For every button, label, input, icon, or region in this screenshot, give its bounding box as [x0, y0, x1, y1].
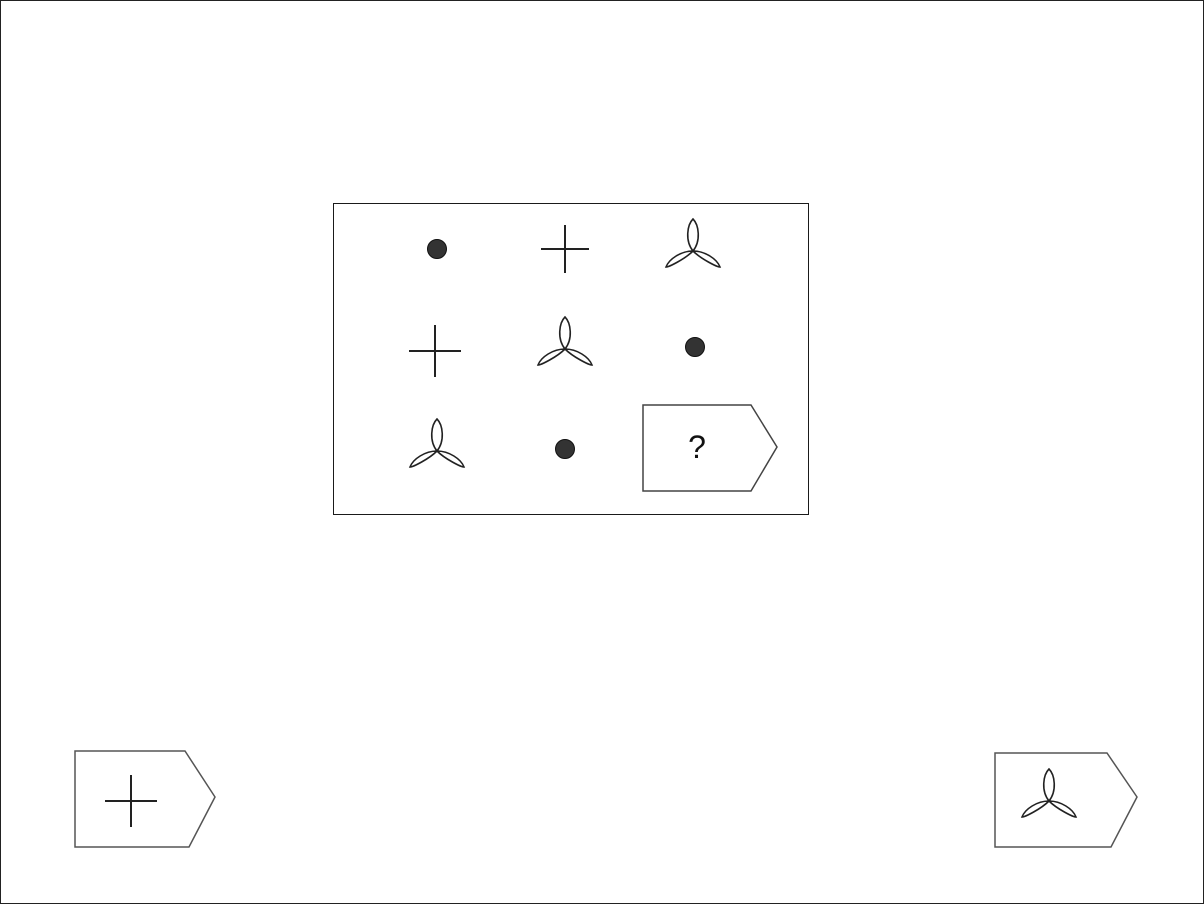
- matrix-cell-r2c2: [535, 313, 595, 373]
- dot-icon: [427, 239, 447, 259]
- answer-option-right[interactable]: [993, 751, 1141, 855]
- dot-icon: [555, 439, 575, 459]
- matrix-cell-r1c3: [663, 215, 723, 275]
- answer-option-left[interactable]: [73, 749, 221, 853]
- trefoil-icon: [664, 217, 722, 268]
- matrix-cell-r3c1: [407, 415, 467, 475]
- matrix-cell-r2c1: [405, 321, 465, 381]
- cross-icon: [105, 775, 157, 827]
- cross-icon: [409, 325, 461, 377]
- missing-cell-placeholder: ?: [641, 403, 781, 495]
- trefoil-icon: [1020, 767, 1078, 818]
- cross-icon: [541, 225, 589, 273]
- matrix-cell-r1c2: [535, 219, 595, 279]
- trefoil-icon: [408, 417, 466, 468]
- task-screen: ?: [0, 0, 1204, 904]
- matrix-cell-r2c3: [665, 317, 725, 377]
- dot-icon: [685, 337, 705, 357]
- trefoil-icon: [536, 315, 594, 366]
- matrix-cell-r3c2: [535, 419, 595, 479]
- question-mark-label: ?: [688, 428, 706, 465]
- matrix-cell-r1c1: [407, 219, 467, 279]
